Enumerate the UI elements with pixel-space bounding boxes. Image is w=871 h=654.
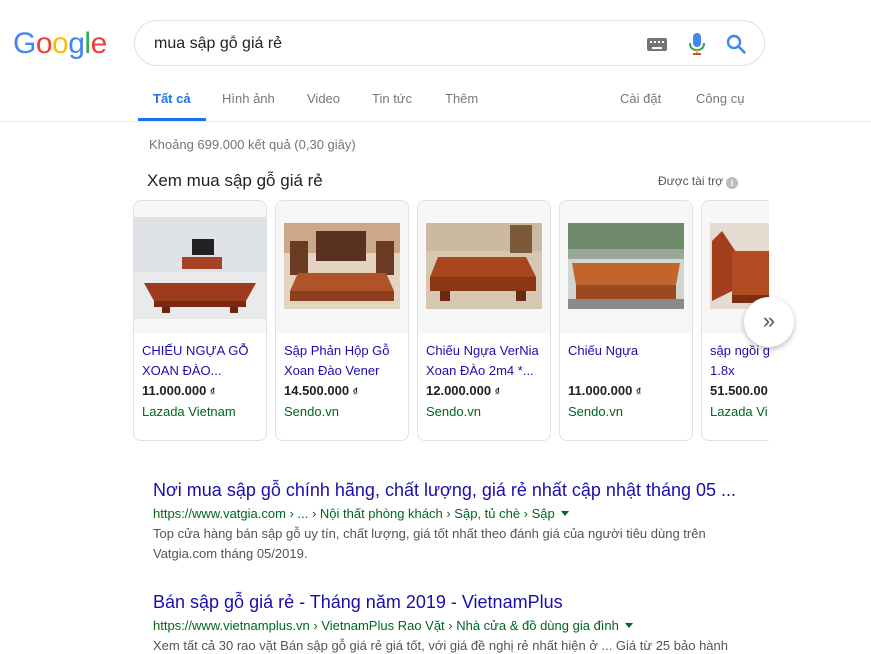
product-seller: Lazada Vietnam [142, 404, 236, 419]
tab-settings[interactable]: Cài đặt [620, 91, 661, 106]
product-image [418, 201, 550, 333]
active-tab-indicator [138, 118, 206, 121]
search-input[interactable] [154, 33, 634, 55]
product-image [560, 201, 692, 333]
shopping-heading: Xem mua sập gỗ giá rẻ [147, 171, 323, 190]
currency: ₫ [352, 387, 358, 398]
info-icon[interactable]: i [726, 177, 739, 189]
search-icon[interactable] [726, 34, 746, 54]
product-seller: Sendo.vn [426, 404, 481, 419]
tab-images[interactable]: Hình ảnh [222, 91, 275, 106]
result-stats: Khoảng 699.000 kết quả (0,30 giây) [149, 137, 356, 152]
result-snippet: Top cửa hàng bán sập gỗ uy tín, chất lượ… [153, 526, 706, 561]
search-box [134, 20, 765, 66]
logo-letter: o [52, 27, 69, 60]
tab-video[interactable]: Video [307, 91, 340, 106]
caret-down-icon[interactable] [560, 511, 569, 516]
price-value: 51.500.00 [710, 383, 768, 398]
sponsored-text: Được tài trợ [658, 174, 724, 188]
product-title[interactable]: sập ngồi g thước 1.8x [710, 341, 769, 381]
product-price: 12.000.000 ₫ [426, 383, 500, 398]
keyboard-icon[interactable] [647, 38, 667, 51]
search-result: Bán sập gỗ giá rẻ - Tháng năm 2019 - Vie… [153, 592, 753, 654]
product-seller: Sendo.vn [284, 404, 339, 419]
result-url-text: https://www.vietnamplus.vn › VietnamPlus… [153, 618, 619, 633]
price-value: 14.500.000 [284, 383, 350, 398]
caret-down-icon[interactable] [624, 623, 633, 628]
logo-letter: e [90, 27, 108, 60]
product-price: 11.000.000 ₫ [142, 383, 215, 398]
product-title[interactable]: Chiếu Ngựa [568, 341, 688, 381]
search-tabs: Tất cả Hình ảnh Video Tin tức Thêm Cài đ… [0, 84, 871, 122]
currency: ₫ [494, 387, 500, 398]
result-snippet: Xem tất cả 30 rao vặt Bán sập gỗ giá rẻ … [153, 638, 728, 653]
chevron-double-right-icon: » [762, 308, 776, 333]
logo-letter: G [13, 27, 36, 60]
product-title[interactable]: Sập Phản Hộp Gỗ Xoan Đào Vener [284, 341, 404, 381]
logo-letter: g [68, 27, 85, 60]
currency: ₫ [209, 387, 216, 398]
product-price: 51.500.00 [710, 383, 768, 398]
product-card[interactable]: Chiếu Ngựa 11.000.000 ₫ Sendo.vn [559, 200, 693, 441]
product-image [276, 201, 408, 333]
result-title-link[interactable]: Nơi mua sập gỗ chính hãng, chất lượng, g… [153, 480, 753, 501]
result-title-link[interactable]: Bán sập gỗ giá rẻ - Tháng năm 2019 - Vie… [153, 592, 753, 613]
product-title[interactable]: CHIẾU NGỰA GỖ XOAN ĐÀO... [142, 341, 262, 381]
shopping-carousel: CHIẾU NGỰA GỖ XOAN ĐÀO... 11.000.000 ₫ L… [133, 200, 769, 442]
carousel-next-button[interactable]: » [744, 297, 794, 347]
sponsored-label[interactable]: Được tài trợ i [658, 174, 739, 189]
tab-all[interactable]: Tất cả [153, 91, 191, 106]
product-seller: Sendo.vn [568, 404, 623, 419]
result-url[interactable]: https://www.vatgia.com › ... › Nội thất … [153, 506, 753, 521]
product-card[interactable]: Chiếu Ngựa VerNia Xoan ĐÀo 2m4 *... 12.0… [417, 200, 551, 441]
tab-tools[interactable]: Công cụ [696, 91, 744, 106]
product-price: 11.000.000 ₫ [568, 383, 641, 398]
tab-more[interactable]: Thêm [445, 91, 478, 106]
product-card[interactable]: CHIẾU NGỰA GỖ XOAN ĐÀO... 11.000.000 ₫ L… [133, 200, 267, 441]
result-url-text: https://www.vatgia.com › ... › Nội thất … [153, 506, 555, 521]
google-logo[interactable]: Google [13, 27, 107, 61]
product-image [134, 201, 266, 333]
currency: ₫ [635, 387, 642, 398]
price-value: 12.000.000 [426, 383, 492, 398]
product-card[interactable]: Sập Phản Hộp Gỗ Xoan Đào Vener 14.500.00… [275, 200, 409, 441]
tab-news[interactable]: Tin tức [372, 91, 412, 106]
result-url[interactable]: https://www.vietnamplus.vn › VietnamPlus… [153, 618, 753, 633]
product-title[interactable]: Chiếu Ngựa VerNia Xoan ĐÀo 2m4 *... [426, 341, 546, 381]
product-seller: Lazada Vi [710, 404, 768, 419]
product-price: 14.500.000 ₫ [284, 383, 358, 398]
price-value: 11.000.000 [568, 383, 633, 398]
mic-icon[interactable] [688, 33, 706, 55]
logo-letter: o [35, 27, 53, 60]
price-value: 11.000.000 [142, 383, 207, 398]
search-result: Nơi mua sập gỗ chính hãng, chất lượng, g… [153, 480, 753, 564]
